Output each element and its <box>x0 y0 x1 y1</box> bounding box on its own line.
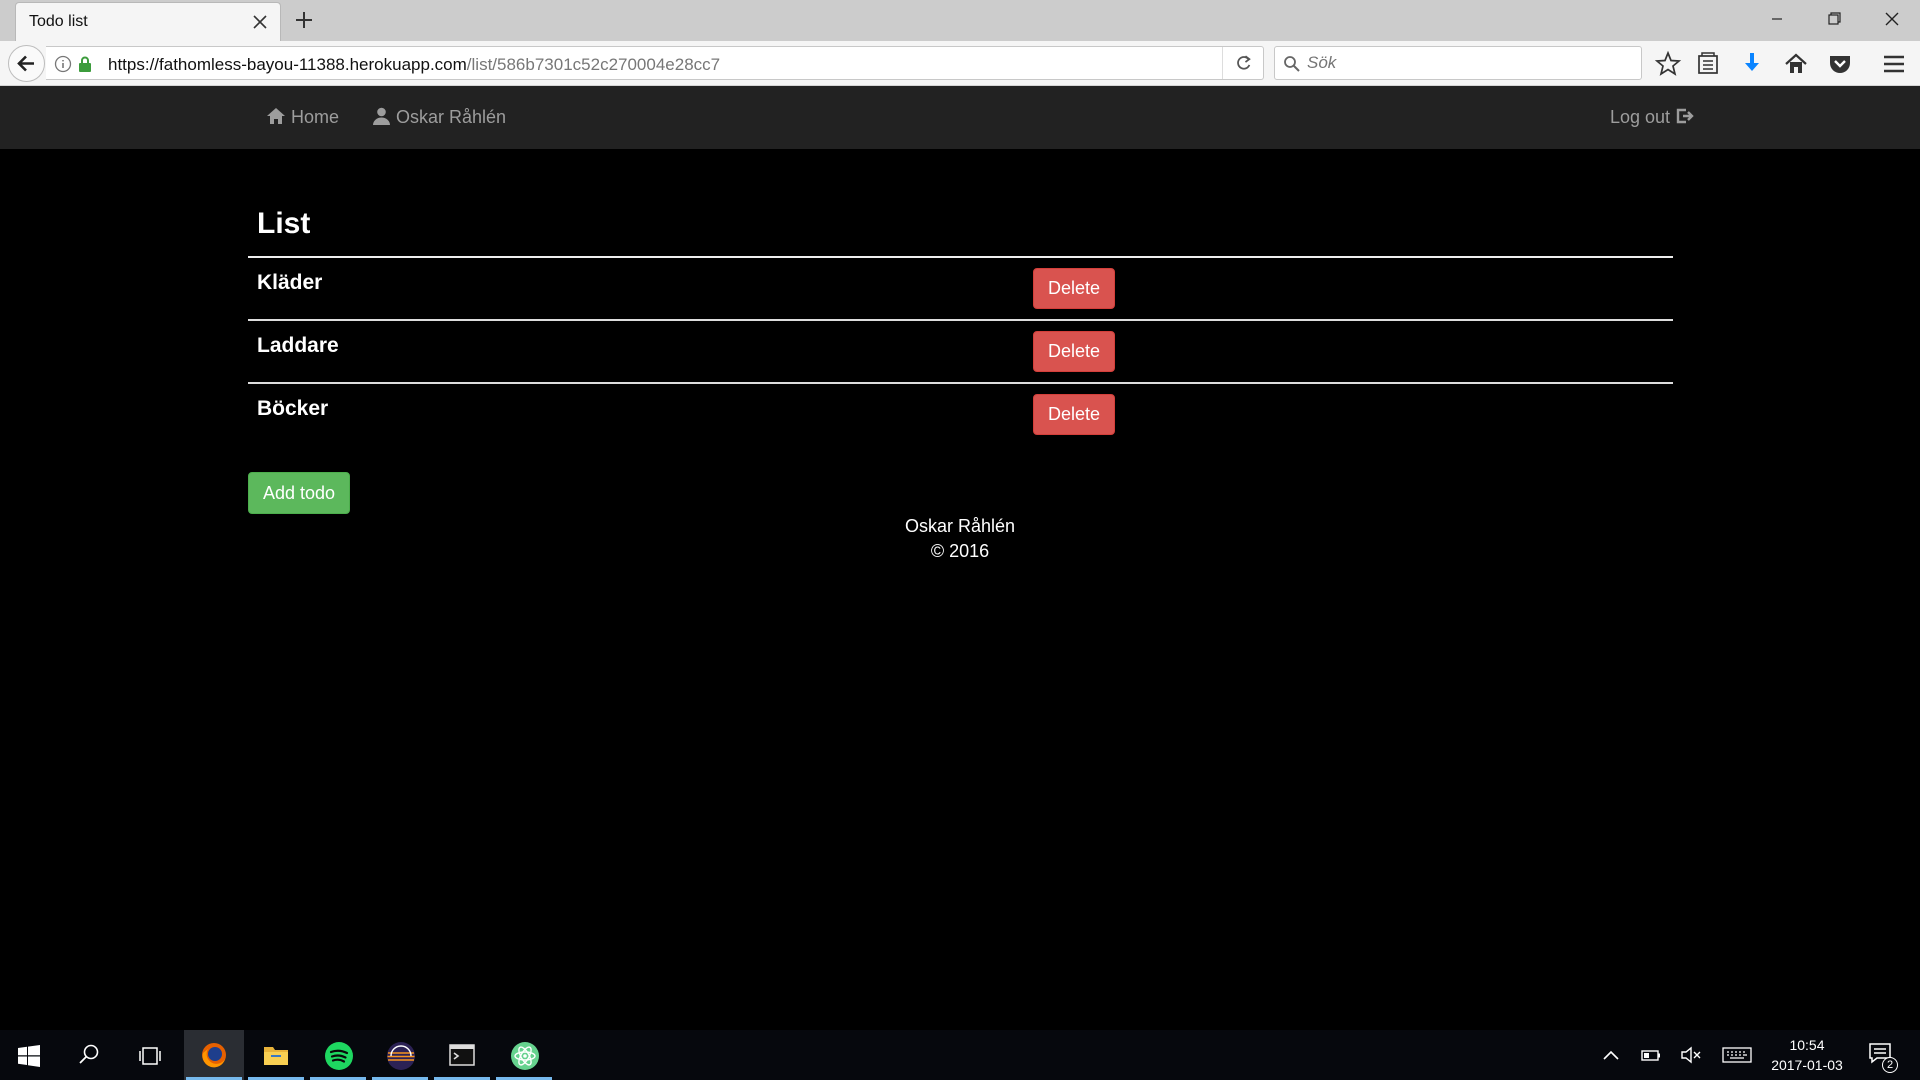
delete-button[interactable]: Delete <box>1033 268 1115 309</box>
task-view-icon[interactable] <box>138 1045 162 1067</box>
search-bar[interactable] <box>1274 46 1642 80</box>
nav-user-link[interactable]: Oskar Råhlén <box>372 107 506 128</box>
close-window-icon[interactable] <box>1870 4 1914 34</box>
new-tab-icon[interactable] <box>292 8 316 32</box>
page-title: List <box>257 207 311 240</box>
battery-icon[interactable] <box>1641 1047 1661 1063</box>
url-host: https://fathomless-bayou-11388.herokuapp… <box>108 55 467 74</box>
nav-home-label: Home <box>291 107 340 127</box>
taskbar-terminal[interactable] <box>432 1030 492 1080</box>
start-windows-icon[interactable] <box>18 1045 40 1067</box>
taskbar-file-explorer[interactable] <box>246 1030 306 1080</box>
todo-name: Kläder <box>257 271 323 294</box>
taskbar-eclipse[interactable] <box>370 1030 430 1080</box>
notification-count-badge: 2 <box>1882 1057 1898 1073</box>
browser-navbar: https://fathomless-bayou-11388.herokuapp… <box>0 41 1920 86</box>
restore-icon[interactable] <box>1812 4 1856 34</box>
url-bar[interactable]: https://fathomless-bayou-11388.herokuapp… <box>46 46 1264 80</box>
search-icon[interactable] <box>78 1044 100 1066</box>
todo-row: Böcker Delete <box>248 382 1673 445</box>
todo-row: Kläder Delete <box>248 256 1673 319</box>
menu-icon[interactable] <box>1880 50 1908 78</box>
logout-link[interactable]: Log out <box>1610 107 1695 128</box>
search-icon <box>1284 56 1300 72</box>
spotify-icon <box>325 1042 353 1070</box>
bookmark-star-icon[interactable] <box>1654 50 1682 78</box>
pocket-icon[interactable] <box>1826 50 1854 78</box>
lock-icon <box>79 56 91 72</box>
minimize-icon[interactable] <box>1755 4 1799 34</box>
clock-time: 10:54 <box>1789 1037 1825 1053</box>
taskbar-firefox[interactable] <box>184 1030 244 1080</box>
clock-date: 2017-01-03 <box>1771 1057 1843 1073</box>
url-text[interactable]: https://fathomless-bayou-11388.herokuapp… <box>108 55 720 75</box>
footer: Oskar Råhlén © 2016 <box>0 514 1920 564</box>
back-arrow-icon <box>17 55 34 72</box>
bookmarks-list-icon[interactable] <box>1694 50 1722 78</box>
footer-copyright: © 2016 <box>930 541 990 561</box>
home-icon[interactable] <box>1782 50 1810 78</box>
search-input[interactable] <box>1307 52 1627 74</box>
site-navbar: Home Oskar Råhlén Log out <box>0 86 1920 149</box>
todo-name: Laddare <box>257 334 339 357</box>
download-icon[interactable] <box>1738 50 1766 78</box>
chevron-up-icon[interactable] <box>1602 1048 1620 1062</box>
volume-muted-icon[interactable] <box>1680 1046 1702 1064</box>
tab-title: Todo list <box>29 13 88 30</box>
footer-name: Oskar Råhlén <box>904 516 1016 536</box>
info-icon[interactable] <box>54 55 72 73</box>
user-icon <box>373 107 390 125</box>
delete-button[interactable]: Delete <box>1033 394 1115 435</box>
taskbar-clock[interactable]: 10:54 2017-01-03 <box>1752 1035 1862 1075</box>
firefox-icon <box>202 1043 226 1068</box>
eclipse-icon <box>387 1042 415 1070</box>
add-todo-button[interactable]: Add todo <box>248 472 350 514</box>
log-out-icon <box>1676 108 1694 124</box>
file-explorer-icon <box>264 1047 288 1065</box>
delete-button[interactable]: Delete <box>1033 331 1115 372</box>
terminal-icon <box>449 1044 475 1066</box>
todo-table: Kläder Delete Laddare Delete Böcker Dele… <box>248 256 1673 445</box>
nav-user-label: Oskar Råhlén <box>396 107 507 127</box>
url-path: /list/586b7301c52c270004e28cc7 <box>466 55 721 74</box>
todo-row: Laddare Delete <box>248 319 1673 382</box>
close-tab-icon[interactable] <box>250 12 270 32</box>
reload-icon[interactable] <box>1222 47 1264 79</box>
taskbar-spotify[interactable] <box>308 1030 368 1080</box>
browser-tabstrip: Todo list <box>0 0 1920 41</box>
home-icon <box>267 108 285 124</box>
taskbar-atom[interactable] <box>494 1030 554 1080</box>
atom-icon <box>511 1042 539 1070</box>
keyboard-icon[interactable] <box>1722 1047 1752 1063</box>
nav-home-link[interactable]: Home <box>266 107 339 128</box>
todo-name: Böcker <box>257 397 329 420</box>
logout-label: Log out <box>1610 107 1671 127</box>
windows-taskbar: 10:54 2017-01-03 2 <box>0 1030 1920 1080</box>
browser-tab[interactable]: Todo list <box>15 2 281 41</box>
back-button[interactable] <box>8 45 45 82</box>
